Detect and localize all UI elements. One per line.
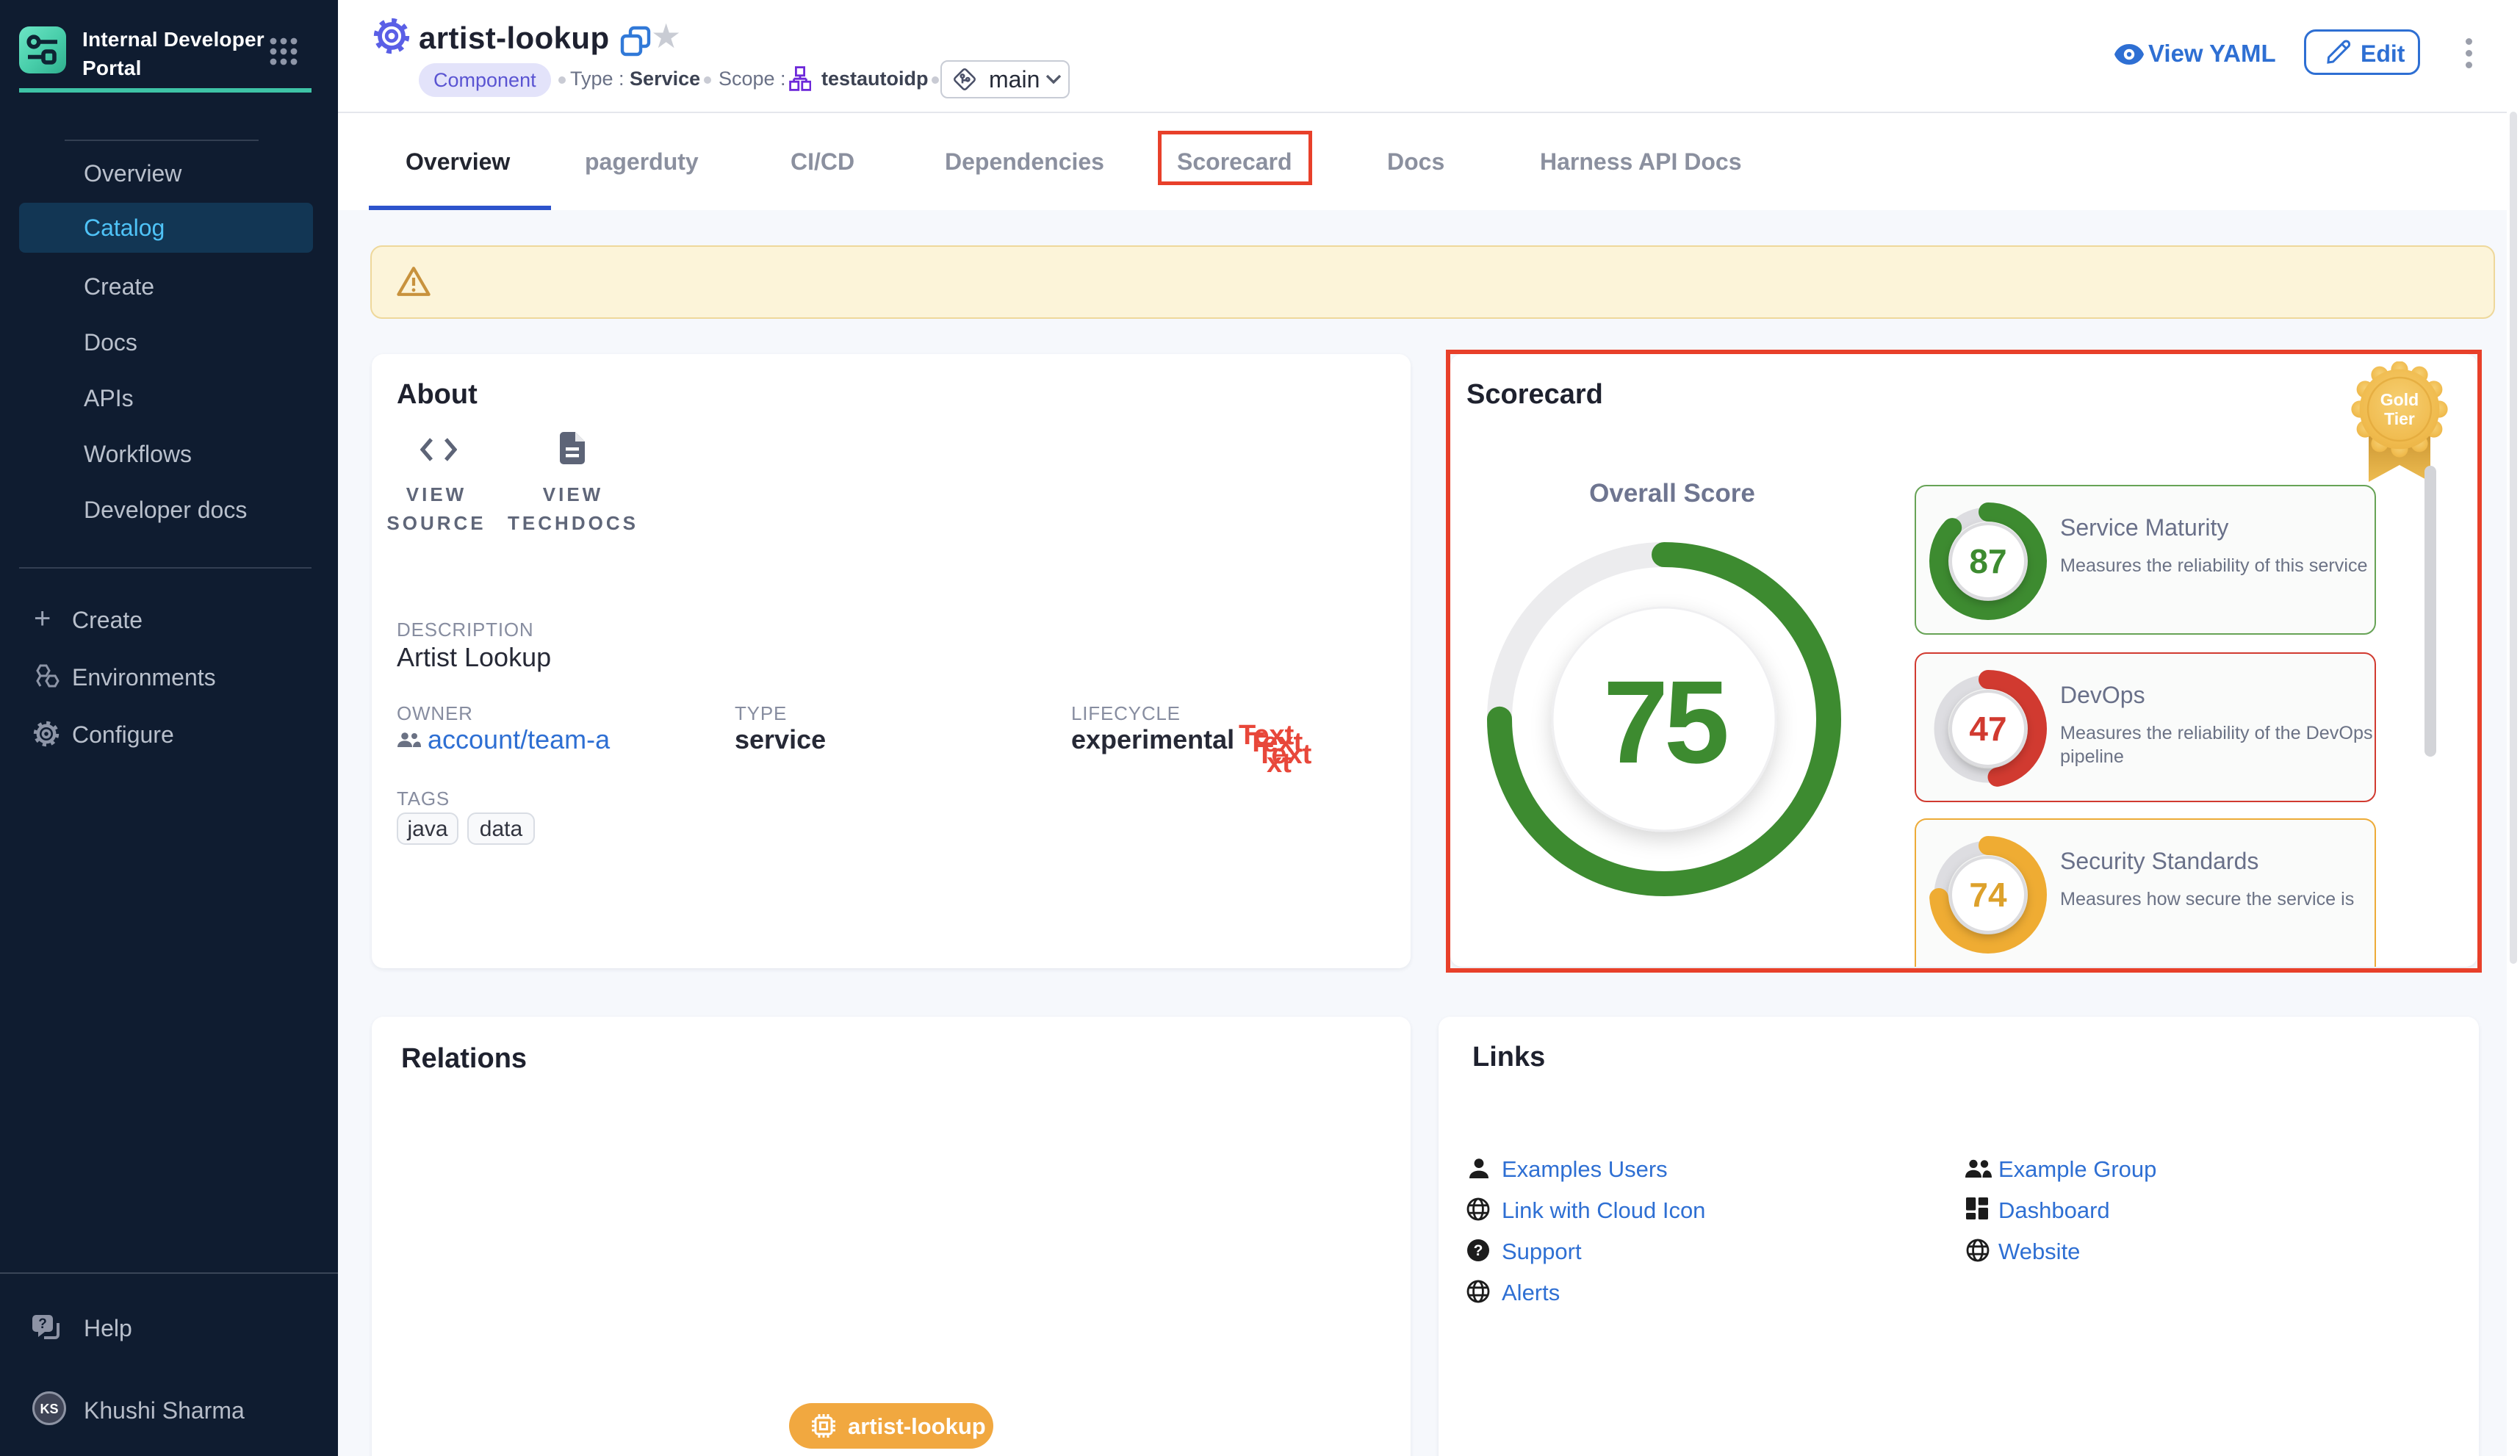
svg-text:?: ?	[1474, 1242, 1483, 1259]
svg-text:?: ?	[38, 1316, 47, 1332]
